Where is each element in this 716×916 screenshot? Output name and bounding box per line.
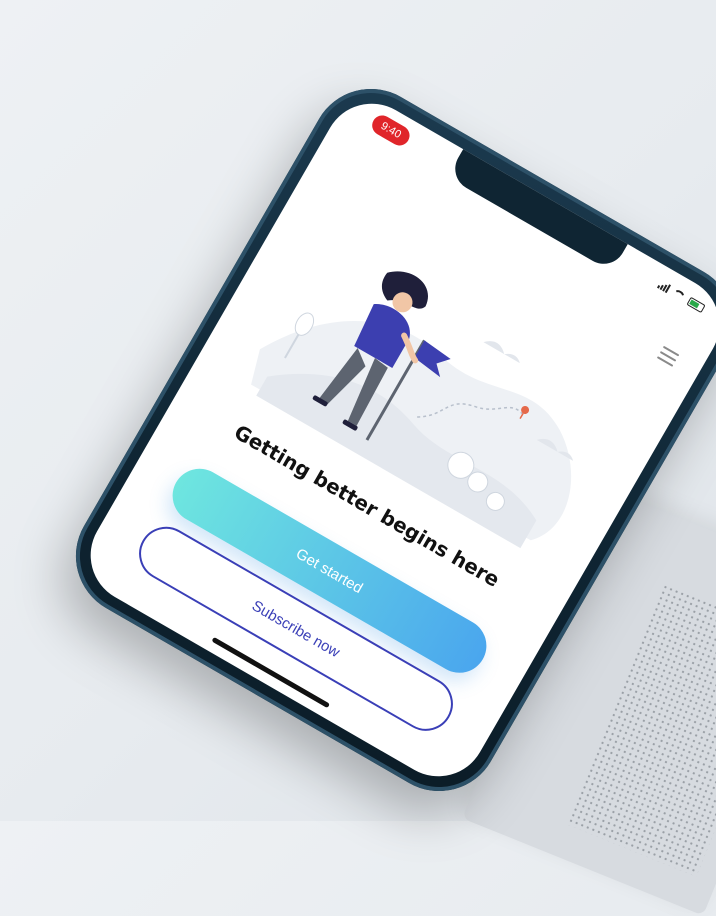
signal-icon [656,280,672,294]
status-icons [656,280,706,314]
phone-notch [447,147,629,272]
battery-icon [686,296,706,314]
status-time: 9:40 [368,111,414,150]
hamburger-menu-icon[interactable] [656,345,680,367]
wifi-icon [670,287,687,303]
